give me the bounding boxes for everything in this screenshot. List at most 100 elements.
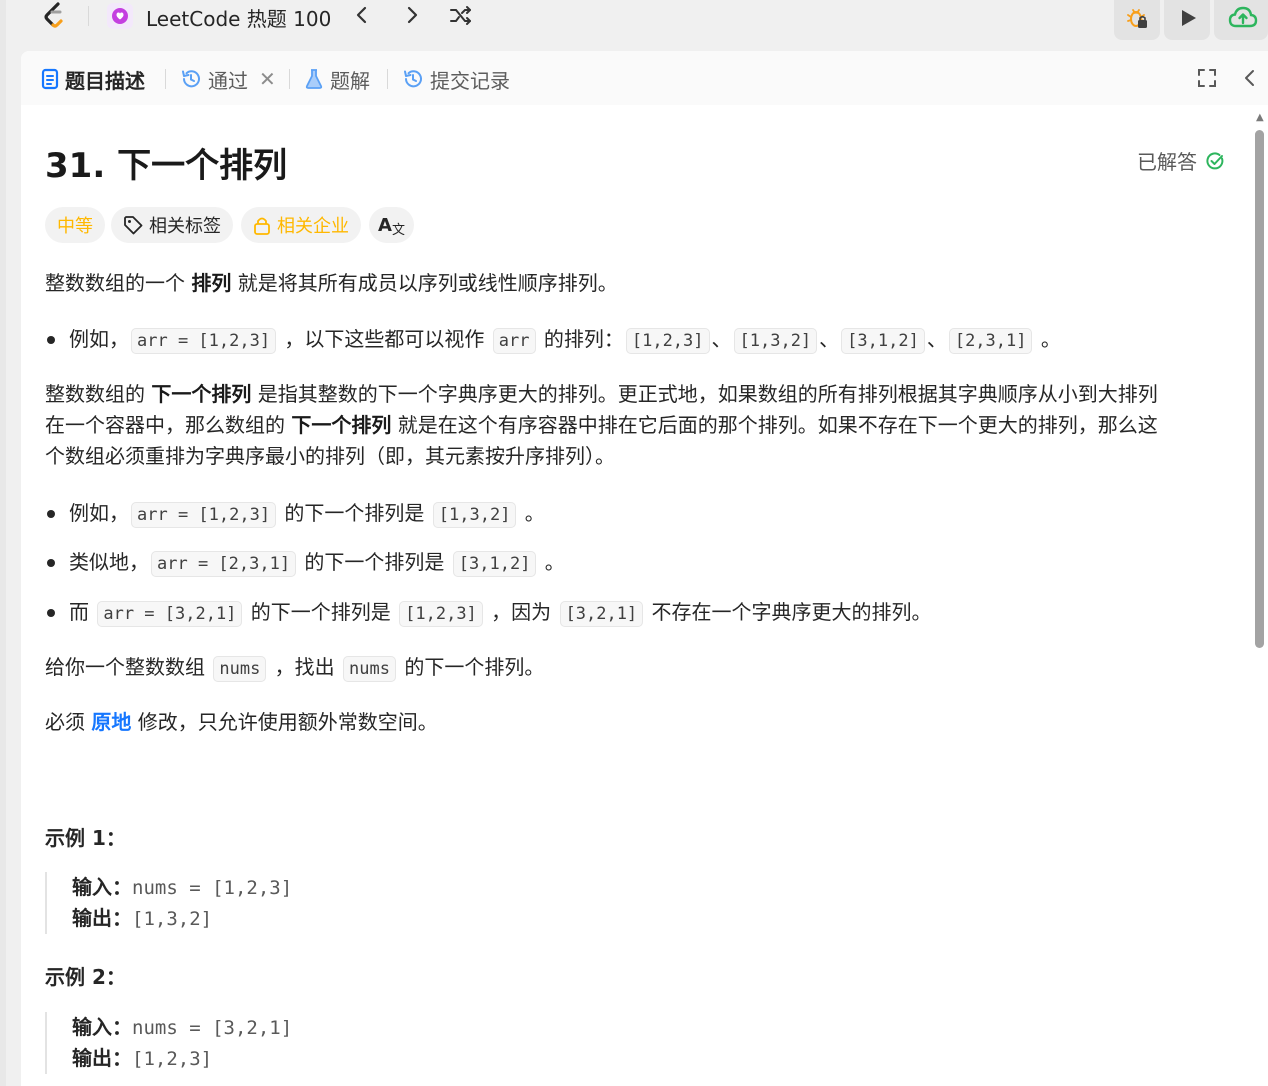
example-output: 输出：[1,3,2] (72, 903, 292, 934)
inline-code: [1,2,3] (625, 328, 710, 354)
problem-title: 31. 下一个排列 (45, 146, 288, 186)
list-item: 例如， arr = [1,2,3] ，以下这些都可以视作 arr 的排列： [1,2… (45, 324, 1061, 357)
window-left-edge (0, 0, 6, 1086)
input-label: 输入： (72, 875, 132, 899)
output-value: [1,2,3] (132, 1048, 213, 1070)
related-tags-label: 相关标签 (149, 216, 221, 237)
output-label: 输出： (72, 1046, 132, 1070)
related-companies-button[interactable]: 相关企业 (241, 207, 361, 243)
run-button[interactable] (1164, 0, 1210, 40)
inline-code: [2,3,1] (948, 328, 1033, 354)
text: 。 (538, 550, 565, 574)
document-icon (41, 68, 59, 90)
tab-solutions[interactable]: 题解 (304, 65, 370, 93)
list-item: 例如， arr = [1,2,3] 的下一个排列是 [1,3,2] 。 (45, 498, 545, 531)
tab-description[interactable]: 题目描述 (41, 65, 145, 93)
text: 必须 (45, 710, 92, 734)
related-companies-label: 相关企业 (277, 216, 349, 237)
debug-button[interactable] (1114, 0, 1160, 40)
prev-problem-button[interactable] (350, 2, 374, 28)
text-line: 整数数组的 下一个排列 是指其整数的下一个字典序更大的排列。更正式地，如果数组的… (45, 379, 1158, 410)
inline-code: arr = [2,3,1] (151, 551, 297, 577)
text: ，因为 (484, 600, 558, 624)
scrollbar-thumb[interactable] (1255, 130, 1264, 648)
fullscreen-icon[interactable] (1196, 67, 1220, 91)
text: 例如， (69, 327, 129, 351)
solved-status: 已解答 (1137, 146, 1225, 175)
lock-icon (254, 217, 270, 235)
study-plan-title[interactable]: LeetCode 热题 100 (146, 3, 331, 32)
leetcode-logo-icon[interactable] (38, 0, 70, 32)
output-label: 输出： (72, 906, 132, 930)
random-problem-icon[interactable] (449, 2, 473, 28)
text-line: 个数组必须重排为字典序最小的排列（即，其元素按升序排列）。 (45, 444, 615, 468)
text: 例如， (69, 501, 129, 525)
list-item: 而 arr = [3,2,1] 的下一个排列是 [1,2,3] ，因为 [3,2… (45, 597, 932, 630)
inline-code: arr = [1,2,3] (131, 328, 277, 354)
divider (88, 6, 89, 26)
text: 的排列： (537, 327, 624, 351)
example-output: 输出：[1,2,3] (72, 1043, 292, 1074)
input-value: nums = [3,2,1] (132, 1017, 293, 1039)
text: ，以下这些都可以视作 (278, 327, 491, 351)
text: 是指其整数的下一个字典序更大的排列。更正式地，如果数组的所有排列根据其字典顺序从… (251, 382, 1158, 406)
text: 类似地， (69, 550, 149, 574)
next-problem-button[interactable] (400, 2, 424, 28)
text: 的下一个排列。 (397, 655, 545, 679)
check-circle-icon (1206, 151, 1224, 169)
text-line: 在一个容器中，那么数组的 下一个排列 就是在这个有序容器中排在它后面的那个排列。… (45, 410, 1158, 441)
bold-text: 下一个排列 (291, 413, 392, 437)
tab-submissions-label: 提交记录 (430, 68, 510, 93)
example-block: 输入：nums = [1,2,3] 输出：[1,3,2] (45, 872, 292, 934)
description-paragraph: 整数数组的 下一个排列 是指其整数的下一个字典序更大的排列。更正式地，如果数组的… (45, 379, 1158, 472)
tab-separator (165, 69, 166, 89)
list-item: 类似地， arr = [2,3,1] 的下一个排列是 [3,1,2] 。 (45, 547, 565, 580)
difficulty-badge: 中等 (45, 207, 105, 243)
inline-code: [3,1,2] (452, 551, 537, 577)
collapse-panel-icon[interactable] (1239, 67, 1263, 91)
text: 修改，只允许使用额外常数空间。 (131, 710, 438, 734)
text: 整数数组的一个 (45, 271, 192, 295)
description-paragraph: 整数数组的一个 排列 就是将其所有成员以序列或线性顺序排列。 (45, 268, 618, 299)
tab-separator (387, 69, 388, 89)
flask-icon (305, 69, 323, 89)
in-place-link[interactable]: 原地 (91, 710, 131, 734)
text: 在一个容器中，那么数组的 (45, 413, 292, 437)
translate-button[interactable]: A文 (369, 207, 414, 243)
tab-submissions[interactable]: 提交记录 (402, 65, 510, 93)
scroll-up-arrow-icon[interactable]: ▲ (1256, 112, 1264, 123)
bug-lock-icon (1127, 9, 1147, 28)
text: 整数数组的 (45, 382, 152, 406)
bold-text: 排列 (191, 271, 232, 295)
related-tags-button[interactable]: 相关标签 (111, 207, 233, 243)
example-input: 输入：nums = [1,2,3] (72, 872, 292, 903)
tag-icon (124, 216, 143, 235)
cloud-upload-icon (1228, 6, 1258, 28)
example-title: 示例 2： (45, 965, 126, 989)
play-icon (1182, 10, 1196, 26)
text: 的下一个排列是 (298, 550, 451, 574)
translate-icon: A (378, 214, 392, 236)
inline-code: [3,2,1] (559, 601, 644, 627)
example-block: 输入：nums = [3,2,1] 输出：[1,2,3] (45, 1012, 292, 1074)
text: ，找出 (268, 655, 342, 679)
inline-code: arr = [3,2,1] (97, 601, 243, 627)
text: 。 (1034, 327, 1061, 351)
tab-accepted[interactable]: 通过 (180, 65, 248, 93)
text: 、 (819, 327, 840, 351)
text: 、 (926, 327, 947, 351)
text: 而 (69, 600, 96, 624)
submit-button[interactable] (1214, 0, 1268, 40)
study-plan-icon[interactable] (106, 2, 134, 30)
text: 给你一个整数数组 (45, 655, 212, 679)
inline-code: nums (213, 656, 267, 682)
inline-code: nums (343, 656, 396, 682)
tab-solutions-label: 题解 (330, 68, 370, 93)
inline-code: arr = [1,2,3] (131, 502, 277, 528)
text: 的下一个排列是 (244, 600, 398, 624)
tab-accepted-label: 通过 (208, 68, 248, 93)
close-tab-icon[interactable]: ✕ (259, 67, 276, 91)
solved-status-label: 已解答 (1137, 150, 1197, 174)
bold-text: 下一个排列 (151, 382, 252, 406)
tab-separator (289, 69, 290, 89)
